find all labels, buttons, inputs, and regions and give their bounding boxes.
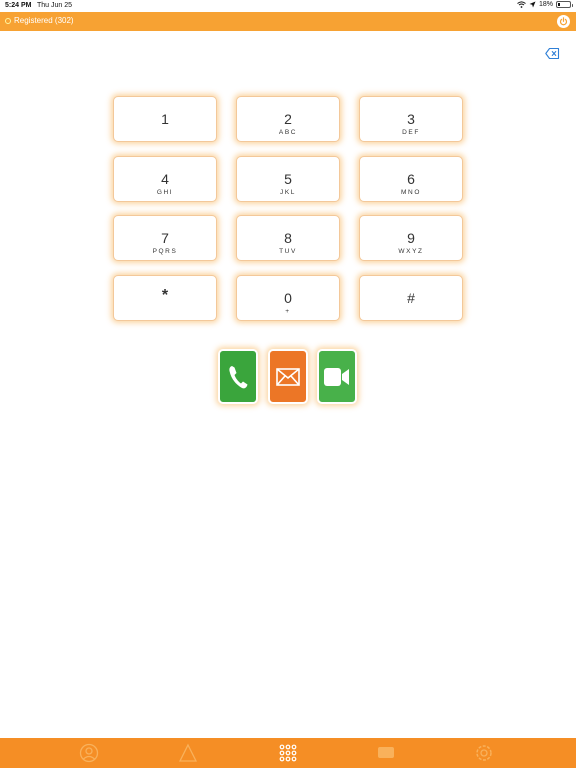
- key-8[interactable]: 8 TUV: [236, 215, 340, 261]
- key-4[interactable]: 4 GHI: [113, 156, 217, 202]
- key-0[interactable]: 0 +: [236, 275, 340, 321]
- phone-icon: [229, 365, 248, 388]
- battery-percent: 18%: [538, 1, 553, 8]
- tab-keypad[interactable]: [276, 742, 300, 764]
- tab-contacts[interactable]: [77, 742, 101, 764]
- key-digit: 4: [161, 171, 169, 187]
- key-3[interactable]: 3 DEF: [359, 96, 463, 142]
- key-letters: DEF: [402, 129, 420, 136]
- tab-messages[interactable]: [374, 742, 398, 764]
- envelope-icon: [276, 367, 300, 386]
- video-camera-icon: [324, 367, 349, 386]
- key-digit: 3: [407, 111, 415, 127]
- key-5[interactable]: 5 JKL: [236, 156, 340, 202]
- key-letters: ABC: [278, 129, 298, 136]
- tab-settings[interactable]: [472, 742, 496, 764]
- tab-recents[interactable]: [176, 742, 200, 764]
- message-button[interactable]: [268, 349, 308, 404]
- key-star[interactable]: *: [113, 275, 217, 321]
- registration-bar: Registered (302): [0, 12, 576, 31]
- registration-status: Registered (302): [14, 16, 74, 25]
- call-button[interactable]: [218, 349, 258, 404]
- key-digit: #: [407, 290, 415, 306]
- power-icon: [559, 17, 568, 26]
- contacts-icon: [79, 743, 99, 763]
- key-digit: *: [161, 287, 169, 304]
- status-indicators: 18%: [517, 1, 573, 8]
- status-time: 5:24 PM: [5, 2, 32, 9]
- key-1[interactable]: 1: [113, 96, 217, 142]
- key-7[interactable]: 7 PQRS: [113, 215, 217, 261]
- power-button[interactable]: [557, 15, 570, 28]
- settings-icon: [476, 745, 492, 761]
- backspace-icon[interactable]: [545, 47, 560, 60]
- messages-icon: [378, 747, 394, 758]
- key-letters: JKL: [279, 189, 296, 196]
- key-letters: GHI: [156, 189, 174, 196]
- key-letters: TUV: [279, 248, 297, 255]
- key-digit: 9: [407, 230, 415, 246]
- tab-bar: [0, 738, 576, 768]
- key-2[interactable]: 2 ABC: [236, 96, 340, 142]
- key-digit: 2: [284, 111, 292, 127]
- location-arrow-icon: [529, 1, 536, 8]
- key-letters: MNO: [401, 189, 421, 196]
- status-date: Thu Jun 25: [37, 2, 73, 9]
- key-6[interactable]: 6 MNO: [359, 156, 463, 202]
- registration-status-icon: [5, 18, 11, 24]
- video-call-button[interactable]: [317, 349, 357, 404]
- key-letters: WXYZ: [398, 248, 424, 255]
- key-digit: 7: [161, 230, 169, 246]
- key-digit: 1: [161, 111, 169, 127]
- wifi-icon: [517, 1, 526, 8]
- key-letters: PQRS: [152, 248, 178, 255]
- key-digit: 5: [284, 171, 292, 187]
- key-digit: 0: [284, 290, 292, 306]
- key-hash[interactable]: #: [359, 275, 463, 321]
- key-digit: 8: [284, 230, 292, 246]
- key-digit: 6: [407, 171, 415, 187]
- battery-icon: [556, 1, 573, 8]
- status-bar: 5:24 PM Thu Jun 25 18%: [0, 0, 576, 12]
- keypad-icon: [279, 744, 297, 762]
- key-9[interactable]: 9 WXYZ: [359, 215, 463, 261]
- recents-icon: [178, 743, 198, 762]
- key-letters: +: [285, 308, 291, 315]
